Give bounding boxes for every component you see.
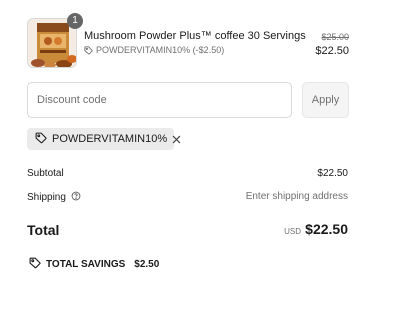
shipping-row-label: Shipping (27, 191, 81, 204)
quantity-badge: 1 (67, 13, 83, 29)
applied-discount-chip: POWDERVITAMIN10% (27, 128, 181, 150)
product-thumbnail-wrapper: 1 (27, 13, 83, 68)
product-discount-label: POWDERVITAMIN10% (-$2.50) (96, 45, 225, 55)
help-circle-icon[interactable] (71, 191, 81, 204)
total-savings: TOTAL SAVINGS $2.50 (29, 257, 159, 272)
shipping-value: Enter shipping address (245, 191, 348, 202)
tag-icon (29, 257, 41, 272)
total-savings-amount: $2.50 (134, 259, 160, 270)
total-currency: USD (284, 227, 301, 236)
product-discount: POWDERVITAMIN10% (-$2.50) (84, 45, 224, 55)
cart-line-item: 1 Mushroom Powder Plus™ coffee 30 Servin… (27, 13, 349, 68)
close-icon[interactable] (172, 135, 181, 144)
apply-discount-button[interactable]: Apply (302, 82, 349, 118)
tag-icon (35, 132, 47, 147)
applied-discount-code: POWDERVITAMIN10% (52, 133, 168, 145)
total-label: Total (27, 222, 60, 238)
discounted-price: $22.50 (315, 45, 349, 57)
tag-icon (84, 45, 93, 55)
subtotal-label: Subtotal (27, 168, 64, 179)
discount-code-input[interactable] (27, 82, 292, 118)
product-title: Mushroom Powder Plus™ coffee 30 Servings (84, 30, 306, 42)
total-savings-label: TOTAL SAVINGS (46, 259, 126, 270)
total-amount: $22.50 (305, 221, 348, 237)
subtotal-value: $22.50 (317, 168, 348, 179)
original-price: $25.00 (321, 32, 349, 42)
shipping-label: Shipping (27, 192, 66, 203)
